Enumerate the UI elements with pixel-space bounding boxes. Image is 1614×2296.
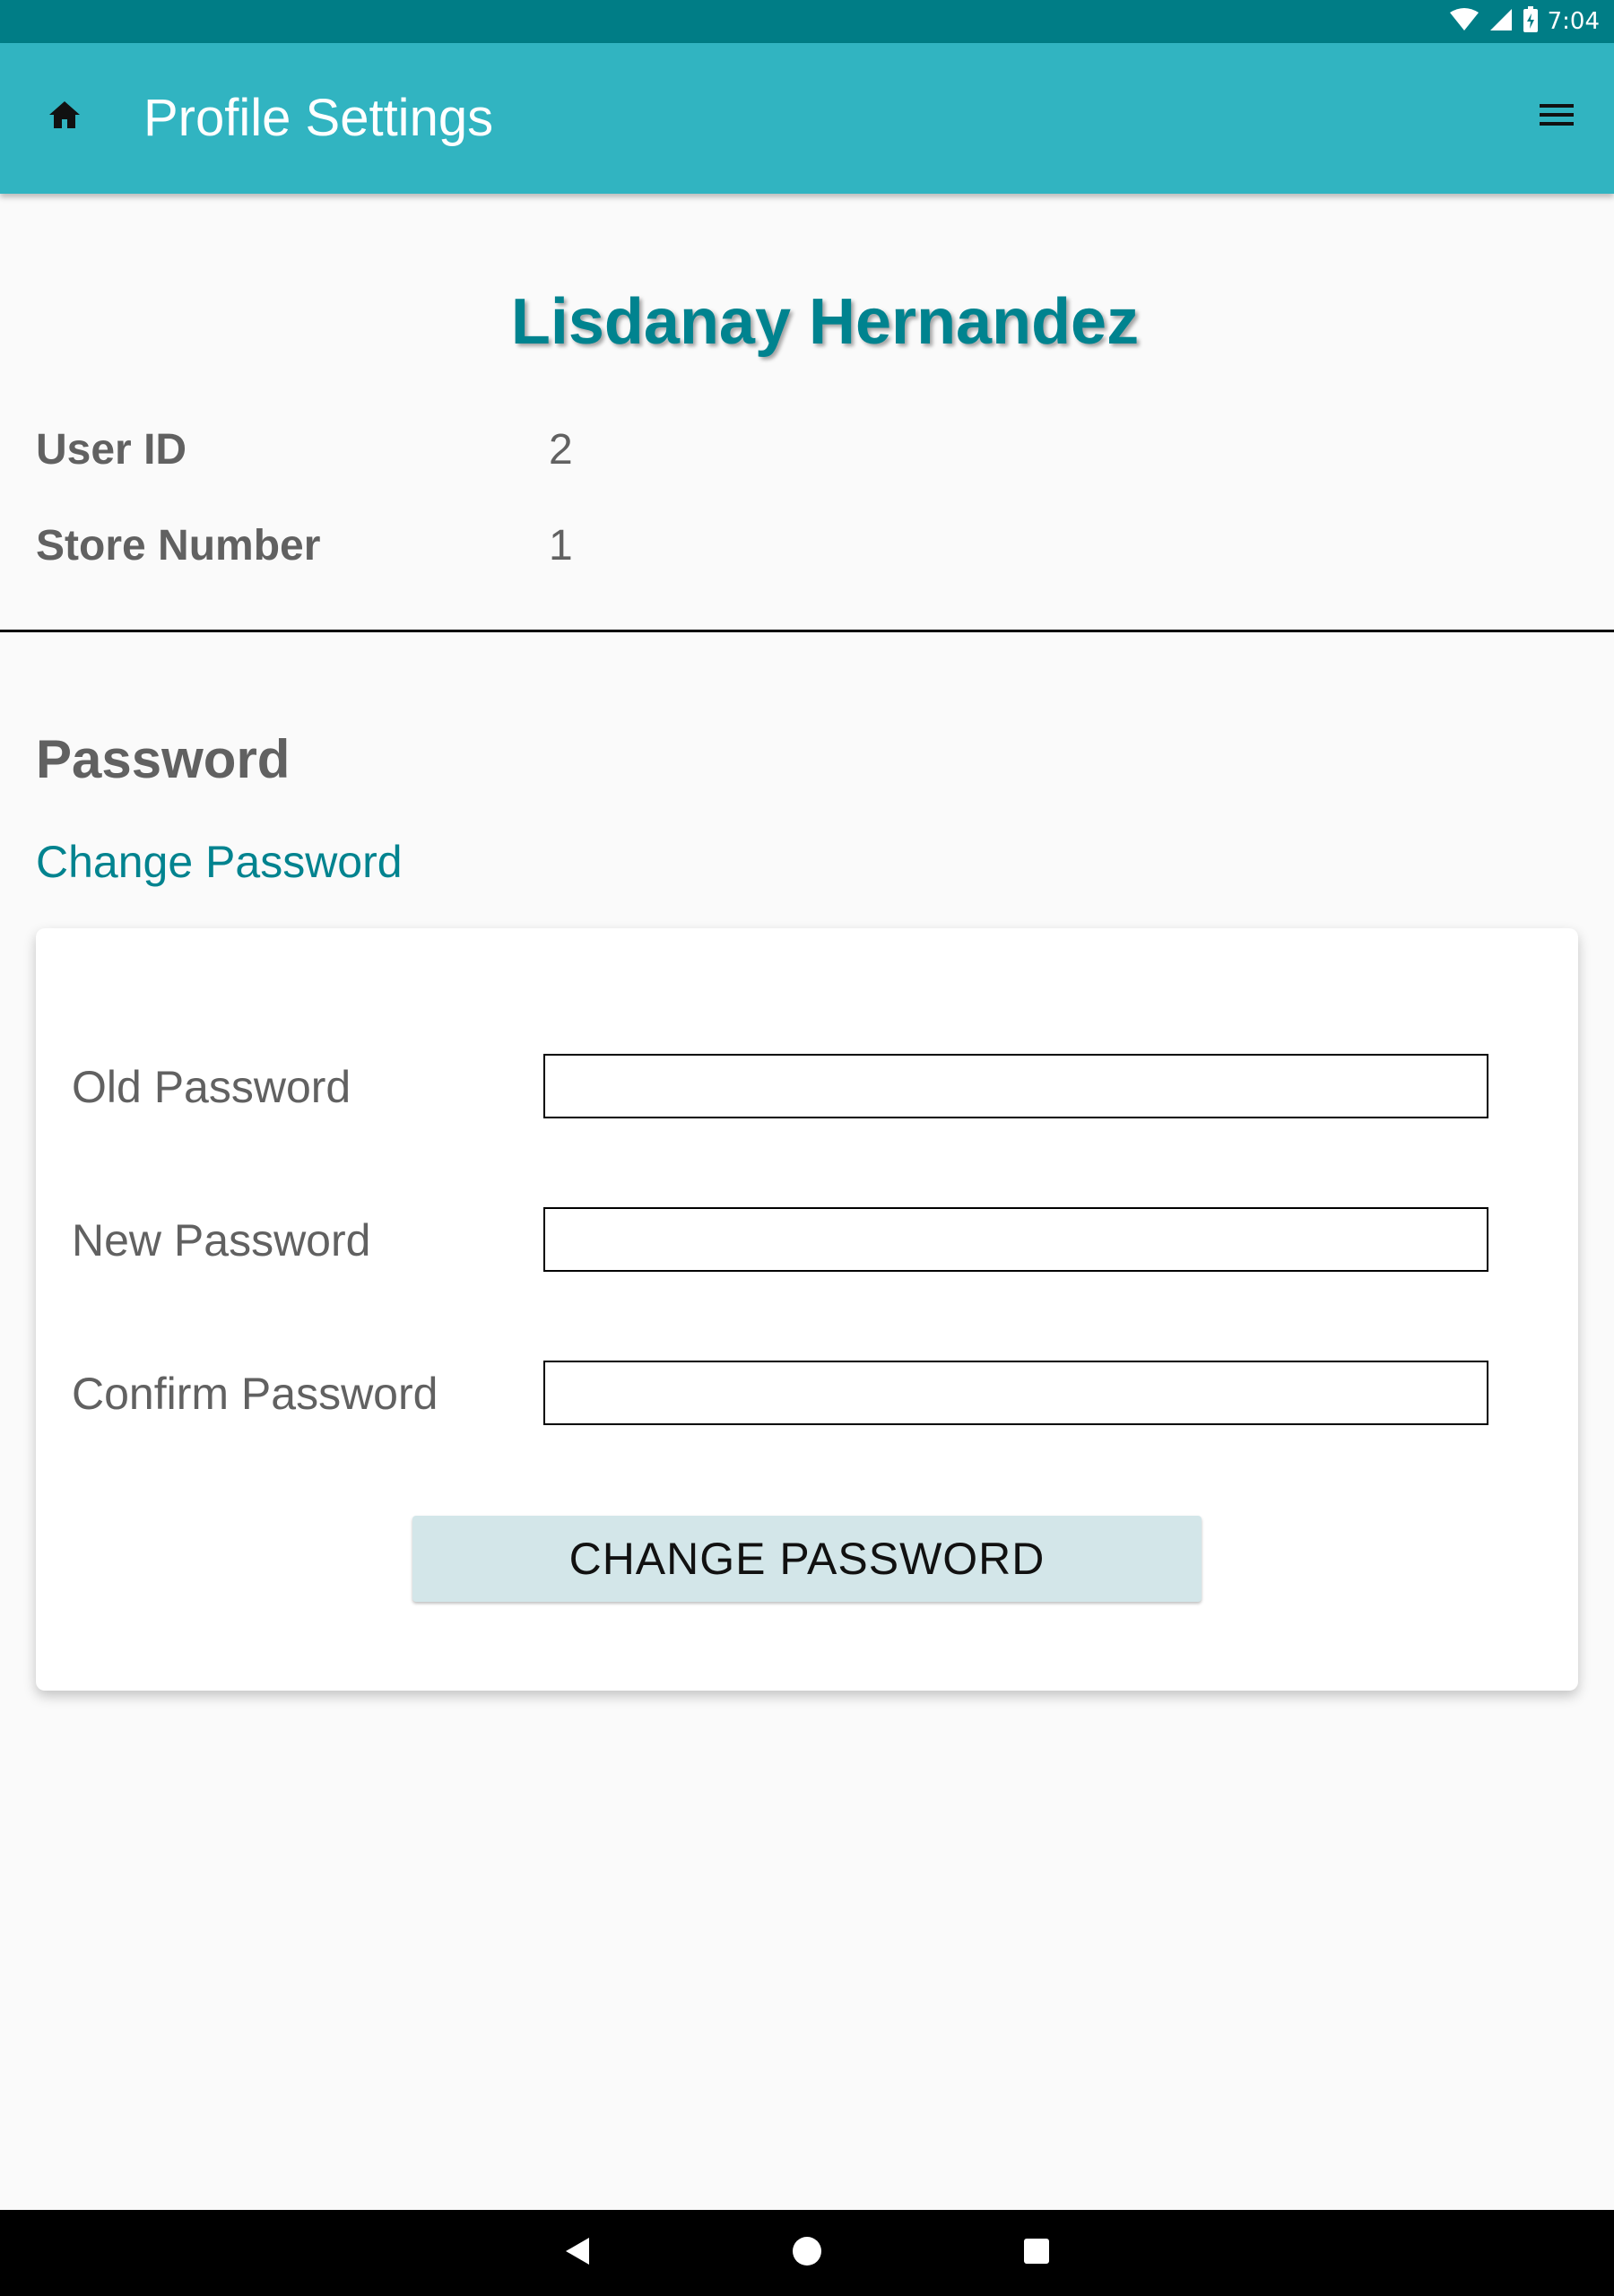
new-password-input[interactable] <box>543 1207 1488 1272</box>
system-nav-bar <box>0 2210 1614 2296</box>
old-password-input[interactable] <box>543 1054 1488 1118</box>
battery-charging-icon <box>1523 6 1539 37</box>
confirm-password-input[interactable] <box>543 1361 1488 1425</box>
home-circle-icon <box>792 2236 822 2270</box>
status-icons: 7:04 <box>1449 0 1600 43</box>
change-password-link[interactable]: Change Password <box>36 836 403 888</box>
hamburger-menu-icon <box>1540 102 1574 131</box>
old-password-label: Old Password <box>72 1062 351 1112</box>
change-password-button[interactable]: CHANGE PASSWORD <box>412 1516 1202 1602</box>
back-icon <box>564 2236 591 2270</box>
password-section-title: Password <box>36 729 291 789</box>
new-password-label: New Password <box>72 1215 371 1265</box>
wifi-icon <box>1449 7 1480 36</box>
recents-square-icon <box>1023 2238 1050 2268</box>
change-password-card: Old Password New Password Confirm Passwo… <box>36 928 1578 1691</box>
status-bar: 7:04 <box>0 0 1614 43</box>
nav-recents-button[interactable] <box>1010 2226 1063 2280</box>
store-number-label: Store Number <box>36 522 321 570</box>
page-title: Profile Settings <box>143 89 494 147</box>
nav-home-button[interactable] <box>780 2226 834 2280</box>
store-number-value: 1 <box>549 522 573 570</box>
user-id-value: 2 <box>549 426 573 474</box>
confirm-password-label: Confirm Password <box>72 1369 438 1419</box>
cellular-signal-icon <box>1488 7 1514 36</box>
home-button[interactable] <box>39 91 90 142</box>
section-divider <box>0 630 1614 632</box>
home-icon <box>48 100 81 133</box>
menu-button[interactable] <box>1524 91 1589 142</box>
user-name: Lisdanay Hernandez <box>510 286 1140 358</box>
status-time: 7:04 <box>1547 8 1600 35</box>
user-id-label: User ID <box>36 426 187 474</box>
nav-back-button[interactable] <box>551 2226 604 2280</box>
app-bar: Profile Settings <box>0 43 1614 194</box>
